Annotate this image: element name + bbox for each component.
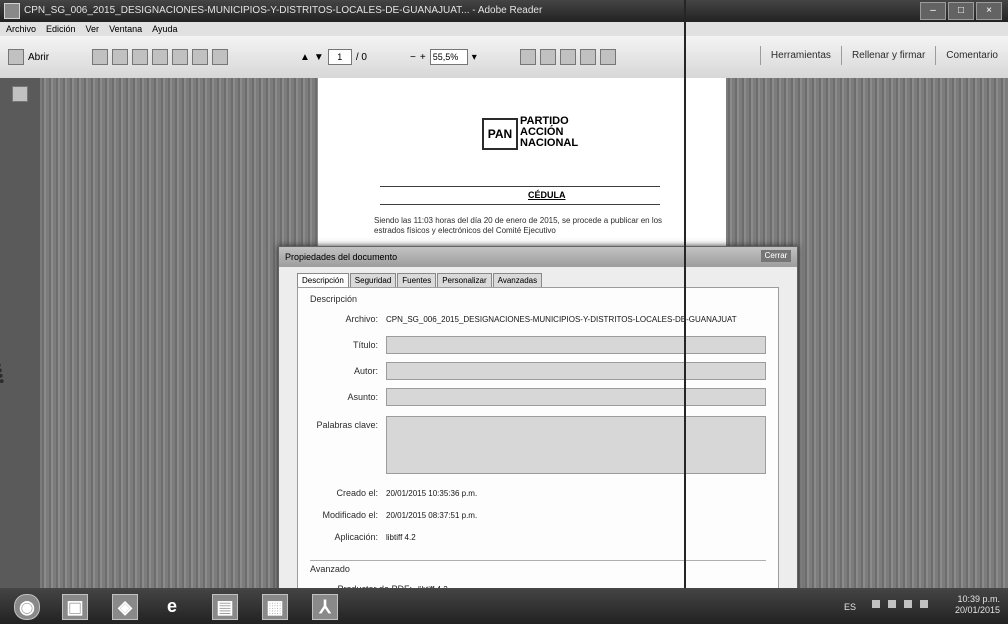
browser-icon[interactable]: ◈ bbox=[112, 594, 138, 620]
dialog-tabs: Descripción Seguridad Fuentes Personaliz… bbox=[297, 273, 543, 287]
language-indicator[interactable]: ES bbox=[844, 602, 856, 612]
scan-line bbox=[684, 0, 686, 624]
herramientas-button[interactable]: Herramientas bbox=[759, 46, 841, 65]
tab-avanzadas[interactable]: Avanzadas bbox=[492, 273, 543, 287]
asunto-field[interactable] bbox=[386, 388, 766, 406]
toolbar: Abrir ▲ ▼ 1 / 0 − + 55,5% ▾ Herramientas… bbox=[0, 36, 1008, 79]
volume-icon[interactable] bbox=[904, 600, 912, 608]
page-total: / 0 bbox=[355, 51, 367, 63]
aplicacion-value: libtiff 4.2 bbox=[386, 533, 416, 542]
zoom-in-icon[interactable]: + bbox=[420, 52, 426, 63]
zoom-select[interactable]: 55,5% bbox=[429, 49, 468, 65]
dialog-title: Propiedades del documento bbox=[279, 247, 797, 267]
party-name: PARTIDO ACCIÓN NACIONAL bbox=[520, 115, 579, 149]
desktop-icon[interactable]: ▣ bbox=[62, 594, 88, 620]
open-label: Abrir bbox=[28, 51, 50, 63]
taskbar: ◉ ▣ ◈ e ▤ ▦ ⅄ ES 10:39 p.m. 20/01/2015 bbox=[0, 588, 1008, 624]
rellenar-firmar-button[interactable]: Rellenar y firmar bbox=[840, 46, 935, 65]
divider bbox=[380, 204, 660, 205]
palabras-clave-label: Palabras clave: bbox=[316, 420, 378, 430]
page-thumbnails-icon[interactable] bbox=[12, 86, 28, 102]
fit-width-icon[interactable] bbox=[540, 49, 556, 65]
navigation-panel bbox=[0, 78, 40, 588]
clock-time: 10:39 p.m. bbox=[957, 594, 1000, 604]
internet-explorer-icon[interactable]: e bbox=[160, 594, 184, 618]
section-descripcion: Descripción bbox=[310, 294, 358, 304]
start-button-icon[interactable]: ◉ bbox=[14, 594, 40, 620]
autor-field[interactable] bbox=[386, 362, 766, 380]
palabras-clave-field[interactable] bbox=[386, 416, 766, 474]
expand-icon[interactable] bbox=[600, 49, 616, 65]
prev-page-icon[interactable]: ▲ bbox=[300, 52, 310, 63]
tab-descripcion[interactable]: Descripción bbox=[297, 273, 349, 287]
close-button[interactable]: × bbox=[976, 2, 1002, 20]
cloud-icon[interactable] bbox=[152, 49, 168, 65]
maximize-button[interactable]: □ bbox=[948, 2, 974, 20]
menu-ventana[interactable]: Ventana bbox=[109, 24, 142, 34]
archivo-label: Archivo: bbox=[345, 314, 378, 324]
zoom-out-icon[interactable]: − bbox=[410, 52, 416, 63]
dialog-close-button[interactable]: Cerrar bbox=[761, 250, 791, 262]
clock-date: 20/01/2015 bbox=[954, 605, 1000, 615]
print-icon[interactable] bbox=[192, 49, 208, 65]
menu-archivo[interactable]: Archivo bbox=[6, 24, 36, 34]
divider bbox=[380, 186, 660, 187]
adobe-reader-taskbar-icon[interactable]: ⅄ bbox=[312, 594, 338, 620]
menu-edicion[interactable]: Edición bbox=[46, 24, 76, 34]
minimize-button[interactable]: – bbox=[920, 2, 946, 20]
page-number-input[interactable]: 1 bbox=[327, 49, 352, 65]
pdf-page: PAN PARTIDO ACCIÓN NACIONAL CÉDULA Siend… bbox=[318, 78, 726, 258]
sign-icon[interactable] bbox=[580, 49, 596, 65]
comentario-button[interactable]: Comentario bbox=[935, 46, 1008, 65]
save-icon[interactable] bbox=[172, 49, 188, 65]
aplicacion-label: Aplicación: bbox=[334, 532, 378, 542]
export-icon[interactable] bbox=[132, 49, 148, 65]
document-heading: CÉDULA bbox=[528, 190, 566, 200]
window-title: CPN_SG_006_2015_DESIGNACIONES-MUNICIPIOS… bbox=[24, 5, 543, 16]
power-icon[interactable] bbox=[920, 600, 928, 608]
chevron-down-icon[interactable]: ▾ bbox=[472, 52, 477, 63]
titulo-field[interactable] bbox=[386, 336, 766, 354]
autor-label: Autor: bbox=[353, 366, 378, 376]
titulo-label: Título: bbox=[352, 340, 378, 350]
next-page-icon[interactable]: ▼ bbox=[314, 52, 324, 63]
window-titlebar: CPN_SG_006_2015_DESIGNACIONES-MUNICIPIOS… bbox=[0, 0, 1008, 22]
creado-label: Creado el: bbox=[336, 488, 378, 498]
pan-logo: PAN bbox=[482, 118, 518, 150]
menu-ver[interactable]: Ver bbox=[86, 24, 100, 34]
network-icon[interactable] bbox=[872, 600, 880, 608]
creado-value: 20/01/2015 10:35:36 p.m. bbox=[386, 489, 478, 498]
app-window-icon[interactable]: ▦ bbox=[262, 594, 288, 620]
adobe-reader-icon bbox=[4, 3, 20, 19]
section-avanzado: Avanzado bbox=[310, 564, 350, 574]
tab-personalizar[interactable]: Personalizar bbox=[437, 273, 492, 287]
flag-icon[interactable] bbox=[888, 600, 896, 608]
document-properties-dialog: Propiedades del documento Cerrar Descrip… bbox=[278, 246, 798, 610]
open-button[interactable]: Abrir bbox=[8, 48, 49, 66]
folder-icon[interactable]: ▤ bbox=[212, 594, 238, 620]
comment-icon[interactable] bbox=[560, 49, 576, 65]
edit-icon[interactable] bbox=[112, 49, 128, 65]
tab-panel-descripcion: Descripción Archivo: CPN_SG_006_2015_DES… bbox=[297, 287, 779, 605]
tab-seguridad[interactable]: Seguridad bbox=[349, 273, 397, 287]
menu-ayuda[interactable]: Ayuda bbox=[152, 24, 177, 34]
modificado-label: Modificado el: bbox=[322, 510, 378, 520]
document-body: Siendo las 11:03 horas del día 20 de ene… bbox=[374, 216, 663, 235]
create-pdf-icon[interactable] bbox=[92, 49, 108, 65]
open-icon bbox=[8, 49, 24, 65]
tab-fuentes[interactable]: Fuentes bbox=[397, 273, 437, 287]
email-icon[interactable] bbox=[212, 49, 228, 65]
fit-page-icon[interactable] bbox=[520, 49, 536, 65]
menu-bar: Archivo Edición Ver Ventana Ayuda bbox=[0, 22, 1008, 36]
clock[interactable]: 10:39 p.m. 20/01/2015 bbox=[955, 594, 1000, 616]
asunto-label: Asunto: bbox=[347, 392, 378, 402]
section-divider bbox=[310, 560, 766, 561]
modificado-value: 20/01/2015 08:37:51 p.m. bbox=[386, 511, 478, 520]
